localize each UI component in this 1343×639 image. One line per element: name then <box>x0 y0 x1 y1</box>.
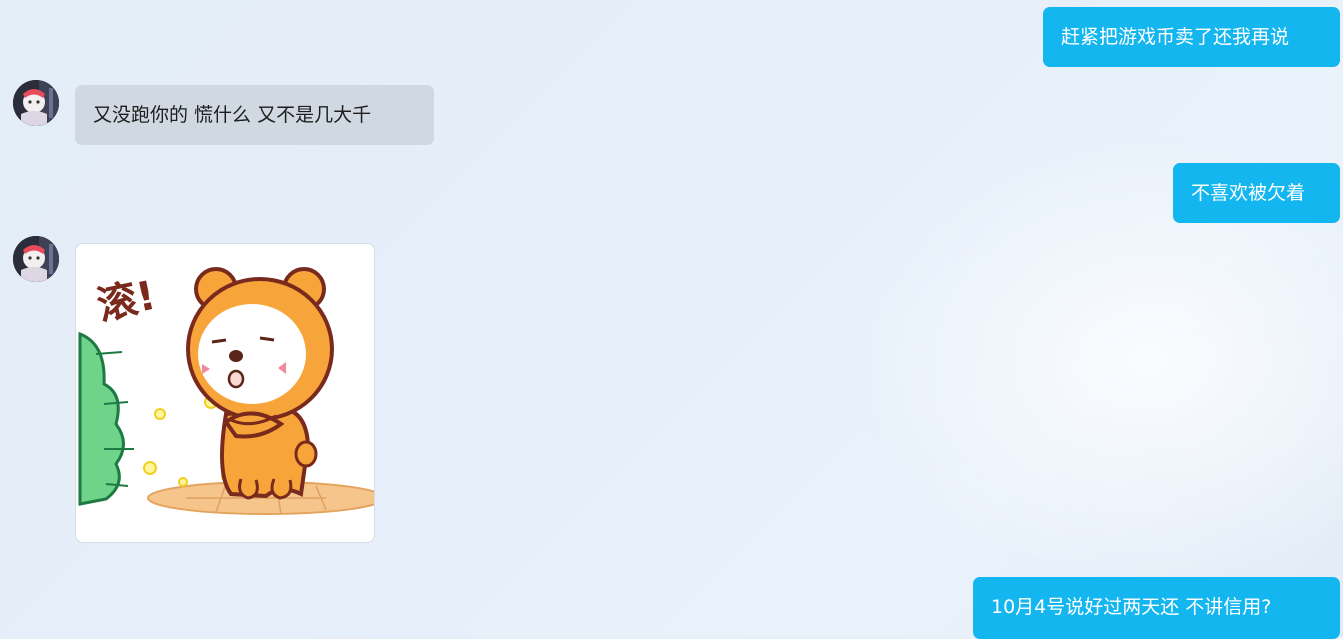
contact-avatar[interactable] <box>13 80 59 126</box>
avatar-image-icon <box>13 236 59 282</box>
bear-character <box>186 267 334 500</box>
outgoing-message-bubble[interactable]: 赶紧把游戏币卖了还我再说 <box>1043 7 1340 67</box>
sticker-message[interactable]: 滚! <box>75 243 375 543</box>
avatar-image-icon <box>13 80 59 126</box>
cactus-character <box>78 331 134 506</box>
contact-avatar[interactable] <box>13 236 59 282</box>
outgoing-message-bubble[interactable]: 不喜欢被欠着 <box>1173 163 1340 223</box>
angry-bear-sticker-icon: 滚! <box>78 267 374 515</box>
incoming-message-bubble[interactable]: 又没跑你的 慌什么 又不是几大千 <box>75 85 434 145</box>
outgoing-message-bubble[interactable]: 10月4号说好过两天还 不讲信用? <box>973 577 1340 639</box>
sticker-caption: 滚! <box>93 273 160 330</box>
